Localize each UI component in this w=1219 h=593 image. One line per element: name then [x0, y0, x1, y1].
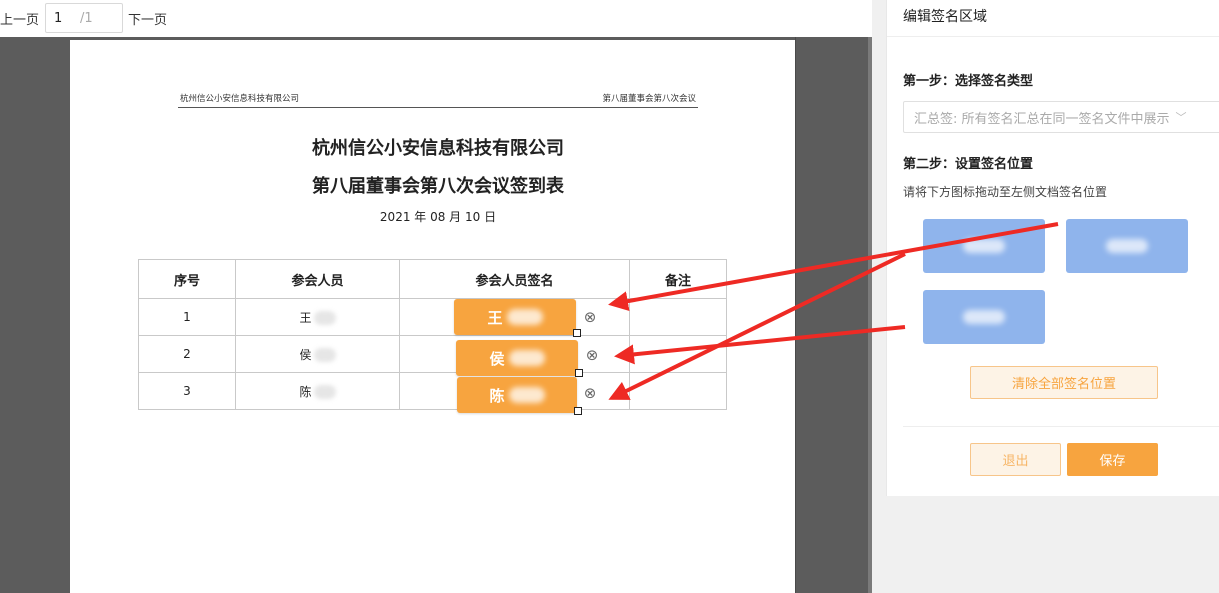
document-date: 2021 年 08 月 10 日: [379, 210, 497, 224]
row-no: 2: [138, 335, 236, 373]
redacted-blur: [313, 348, 336, 362]
signature-label: 陈: [489, 386, 505, 405]
prev-page-button[interactable]: 上一页: [0, 9, 39, 28]
resize-handle[interactable]: [573, 329, 581, 337]
table-row: 3 陈: [138, 372, 727, 410]
document-title-company: 杭州信公小安信息科技有限公司: [312, 138, 564, 159]
header-attendee: 参会人员: [235, 259, 400, 299]
header-remarks: 备注: [629, 259, 727, 299]
table-row: 2 侯: [138, 335, 727, 373]
step2-hint: 请将下方图标拖动至左侧文档签名位置: [903, 185, 1108, 199]
current-page[interactable]: 1: [54, 11, 80, 26]
step1-label: 第一步：选择签名类型: [903, 74, 1034, 89]
circle-x-icon[interactable]: ⊗: [582, 385, 598, 401]
total-pages: /1: [80, 10, 93, 26]
header-no: 序号: [138, 259, 236, 299]
row-name: 侯: [235, 335, 400, 373]
placed-signature[interactable]: 陈: [457, 377, 577, 413]
next-page-button[interactable]: 下一页: [128, 9, 167, 28]
resize-handle[interactable]: [575, 369, 583, 377]
page-number-input[interactable]: 1 /1: [45, 3, 124, 33]
row-remarks: [629, 335, 727, 373]
sign-type-select[interactable]: 汇总签: 所有签名汇总在同一签名文件中展示 ﹀: [903, 101, 1219, 133]
redacted-blur: [963, 310, 1005, 324]
panel-footer-bg: [886, 496, 1219, 593]
signature-label: 王: [487, 308, 503, 327]
circle-x-icon[interactable]: ⊗: [582, 309, 598, 325]
step2-label: 第二步：设置签名位置: [903, 157, 1034, 172]
placed-signature[interactable]: 王: [454, 299, 576, 335]
attendee-name: 王: [299, 310, 312, 325]
circle-x-icon[interactable]: ⊗: [584, 347, 600, 363]
row-name: 王: [235, 298, 400, 336]
draggable-signature[interactable]: [923, 290, 1045, 344]
divider: [887, 36, 1219, 37]
row-no: 3: [138, 372, 236, 410]
chevron-down-icon: ﹀: [1175, 111, 1187, 124]
attendee-name: 侯: [299, 347, 312, 362]
table-row: 1 王: [138, 298, 727, 336]
draggable-signature[interactable]: [1066, 219, 1188, 273]
redacted-blur: [313, 385, 336, 399]
redacted-blur: [508, 387, 545, 403]
attendee-name: 陈: [299, 384, 312, 399]
signature-edit-panel: 编辑签名区域 第一步：选择签名类型 汇总签: 所有签名汇总在同一签名文件中展示 …: [886, 0, 1219, 496]
document-title-sheet: 第八届董事会第八次会议签到表: [312, 176, 564, 197]
pager: 上一页 1 /1 下一页: [0, 0, 870, 36]
redacted-blur: [508, 350, 545, 366]
sign-type-value: 汇总签: 所有签名汇总在同一签名文件中展示: [914, 111, 1170, 127]
row-no: 1: [138, 298, 236, 336]
clear-all-positions-button[interactable]: 清除全部签名位置: [970, 366, 1158, 399]
resize-handle[interactable]: [574, 407, 582, 415]
row-remarks: [629, 298, 727, 336]
table-header-row: 序号 参会人员 参会人员签名 备注: [138, 259, 727, 299]
panel-gutter: [872, 0, 886, 593]
header-signature: 参会人员签名: [399, 259, 630, 299]
attendance-table: 序号 参会人员 参会人员签名 备注 1 王 2 侯 3 陈: [138, 259, 727, 410]
signature-label: 侯: [489, 349, 505, 368]
redacted-blur: [963, 239, 1005, 253]
header-company: 杭州信公小安信息科技有限公司: [180, 94, 300, 104]
save-button[interactable]: 保存: [1067, 443, 1158, 476]
document-running-header: 杭州信公小安信息科技有限公司 第八届董事会第八次会议: [178, 90, 698, 108]
viewer-scrollbar-area: [795, 37, 869, 593]
row-remarks: [629, 372, 727, 410]
placed-signature[interactable]: 侯: [456, 340, 578, 376]
panel-title: 编辑签名区域: [903, 9, 987, 25]
header-meeting: 第八届董事会第八次会议: [602, 94, 696, 104]
redacted-blur: [313, 311, 336, 325]
draggable-signature[interactable]: [923, 219, 1045, 273]
redacted-blur: [1106, 239, 1148, 253]
row-name: 陈: [235, 372, 400, 410]
exit-button[interactable]: 退出: [970, 443, 1061, 476]
divider: [903, 426, 1219, 427]
redacted-blur: [506, 309, 543, 325]
